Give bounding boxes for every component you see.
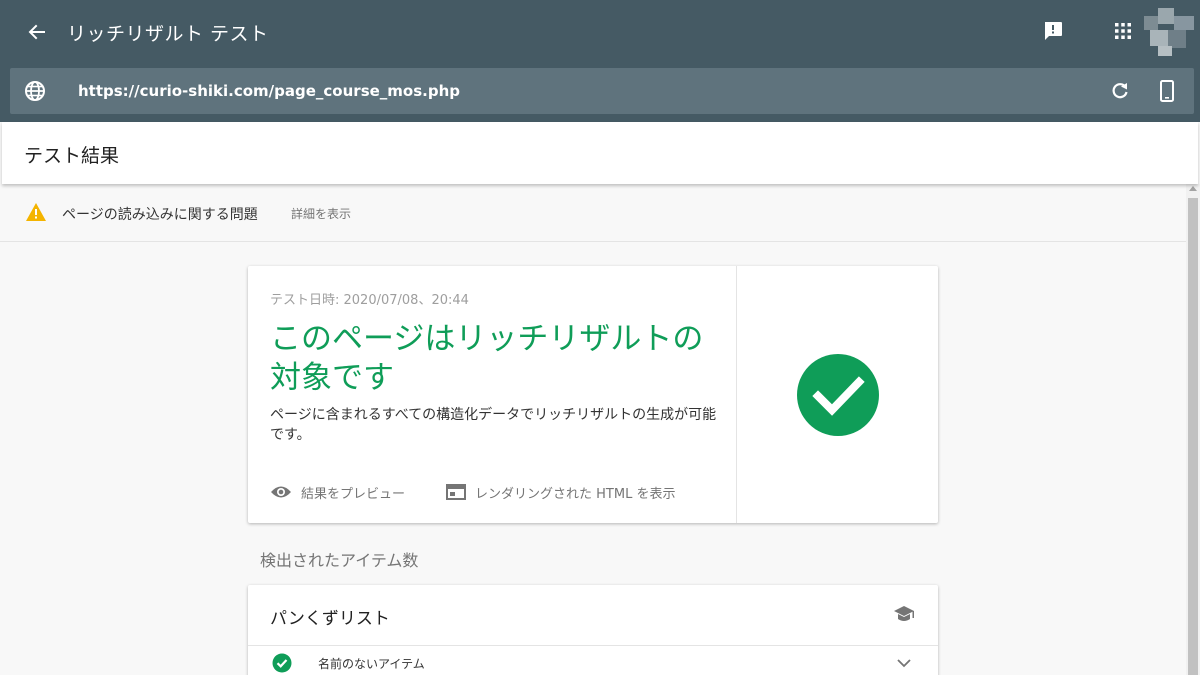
feedback-icon [1045,22,1062,40]
reload-button[interactable] [1108,79,1132,103]
title-row: リッチリザルト テスト [0,0,1200,64]
preview-results-label: 結果をプレビュー [301,486,406,502]
view-rendered-html-button[interactable]: レンダリングされた HTML を表示 [446,481,675,503]
item-label: 名前のないアイテム [318,657,425,671]
warning-text: ページの読み込みに関する問題 [62,207,258,223]
web-page-icon [446,484,466,500]
status-card: テスト日時: 2020/07/08、20:44 このページはリッチリザルトの対象… [248,266,938,523]
app-title: リッチリザルト テスト [67,23,269,45]
status-headline: このページはリッチリザルトの対象です [270,321,704,396]
account-avatar[interactable] [1144,8,1194,56]
smartphone-icon [1160,80,1174,102]
scroll-up-arrow-icon[interactable] [1189,186,1197,191]
test-date: テスト日時: 2020/07/08、20:44 [270,293,469,308]
back-button[interactable] [22,17,52,47]
detected-items-label: 検出されたアイテム数 [260,551,419,570]
url-bar: https://curio-shiki.com/page_course_mos.… [10,68,1194,114]
check-circle-icon [797,354,879,436]
results-title: テスト結果 [24,145,120,167]
preview-results-button[interactable]: 結果をプレビュー [270,481,405,503]
globe-icon [25,81,45,101]
feedback-button[interactable] [1040,18,1066,44]
page-load-warning: ページの読み込みに関する問題 詳細を表示 [0,184,1186,242]
card-divider [736,266,737,523]
show-details-link[interactable]: 詳細を表示 [291,205,351,222]
apps-button[interactable] [1110,18,1136,44]
results-header: テスト結果 [2,122,1198,184]
eye-icon [271,486,291,498]
view-rendered-html-label: レンダリングされた HTML を表示 [475,486,676,502]
scroll-thumb[interactable] [1188,198,1198,675]
tested-url: https://curio-shiki.com/page_course_mos.… [78,82,461,100]
device-toggle-button[interactable] [1155,78,1179,104]
warning-icon [26,203,46,221]
scrollbar[interactable] [1186,184,1200,675]
list-item[interactable]: 名前のないアイテム [248,646,938,675]
chevron-down-icon[interactable] [896,656,912,670]
status-description: ページに含まれるすべての構造化データでリッチリザルトの生成が可能です。 [270,407,717,443]
apps-grid-icon [1115,23,1131,39]
reload-icon [1112,83,1128,99]
breadcrumb-list-title: パンくずリスト [270,609,390,629]
school-icon [894,606,914,621]
check-circle-icon [272,653,292,673]
breadcrumb-items-card: パンくずリスト 名前のないアイテム [248,585,938,675]
top-app-bar: リッチリザルト テスト https://curio-shiki.com/page… [0,0,1200,122]
arrow-back-icon [28,24,45,40]
